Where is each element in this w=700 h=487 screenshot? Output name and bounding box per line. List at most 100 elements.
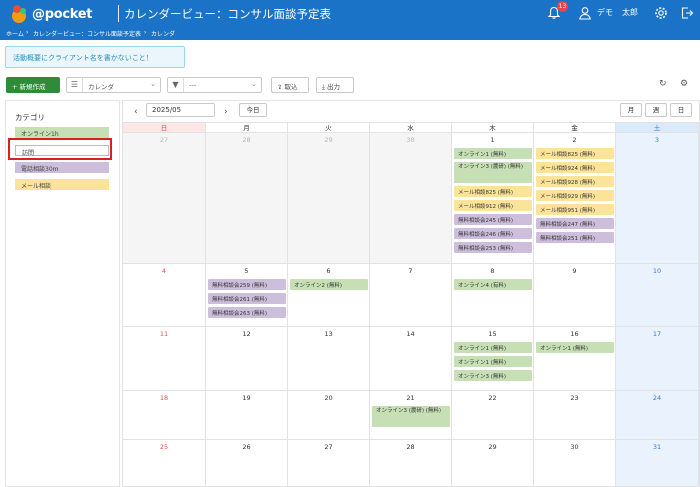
day-number: 27 xyxy=(159,136,169,144)
calendar-day-cell[interactable]: 30 xyxy=(534,440,616,487)
calendar-event[interactable]: メール相談825 (無料) xyxy=(536,148,614,159)
calendar-day-cell[interactable]: 25 xyxy=(123,440,206,487)
app-logo[interactable]: @pocket xyxy=(8,3,93,25)
calendar-event[interactable]: オンライン3 (無料) xyxy=(454,370,532,381)
calendar-event[interactable]: オンライン3 (農研) (無料) xyxy=(454,162,532,183)
day-number: 29 xyxy=(488,443,497,451)
calendar-event[interactable]: 無料相談会261 (無料) xyxy=(208,293,286,304)
calendar-day-cell[interactable]: 27 xyxy=(123,133,206,264)
category-phone[interactable]: 電話相談30m xyxy=(15,162,109,173)
calendar-event[interactable]: メール相談924 (無料) xyxy=(536,162,614,173)
day-number: 6 xyxy=(326,267,331,275)
user-icon[interactable] xyxy=(578,6,592,20)
calendar-day-cell[interactable]: 8 xyxy=(452,264,534,327)
month-view-button[interactable]: 月 xyxy=(620,103,642,117)
calendar-day-cell[interactable]: 27 xyxy=(288,440,370,487)
import-button[interactable]: ⇪ 取込 xyxy=(271,77,309,93)
calendar-event[interactable]: 無料相談会259 (無料) xyxy=(208,279,286,290)
calendar-event[interactable]: オンライン3 (農研) (無料) xyxy=(372,406,450,427)
calendar-day-cell[interactable]: 13 xyxy=(288,327,370,391)
calendar-day-cell[interactable]: 12 xyxy=(206,327,288,391)
calendar-day-cell[interactable]: 26 xyxy=(206,440,288,487)
calendar-event[interactable]: メール相談912 (無料) xyxy=(454,200,532,211)
calendar-day-cell[interactable]: 31 xyxy=(616,440,699,487)
calendar-event[interactable]: メール相談929 (無料) xyxy=(536,190,614,201)
day-number: 29 xyxy=(324,136,333,144)
calendar-day-cell[interactable]: 6 xyxy=(288,264,370,327)
day-number: 14 xyxy=(406,330,415,338)
day-number: 22 xyxy=(488,394,497,402)
category-online[interactable]: オンライン1h xyxy=(15,127,109,138)
calendar-day-cell[interactable]: 7 xyxy=(370,264,452,327)
calendar-event[interactable]: 無料相談会247 (無料) xyxy=(536,218,614,229)
calendar-event[interactable]: メール相談825 (無料) xyxy=(454,186,532,197)
day-number: 21 xyxy=(406,394,415,402)
today-button[interactable]: 今日 xyxy=(239,103,267,117)
month-input[interactable]: 2025/05 xyxy=(146,103,215,117)
calendar-event[interactable]: オンライン2 (無料) xyxy=(290,279,368,290)
highlight-box xyxy=(8,138,112,160)
day-number: 24 xyxy=(652,394,662,402)
calendar-day-cell[interactable]: 22 xyxy=(452,391,534,440)
category-mail[interactable]: メール相談 xyxy=(15,179,109,190)
calendar-day-cell[interactable]: 3 xyxy=(616,133,699,264)
calendar-day-cell[interactable]: 28 xyxy=(370,440,452,487)
calendar-day-cell[interactable]: 20 xyxy=(288,391,370,440)
calendar-day-cell[interactable]: 4 xyxy=(123,264,206,327)
calendar-event[interactable]: 無料相談会246 (無料) xyxy=(454,228,532,239)
settings-icon[interactable]: ⚙ xyxy=(680,79,688,89)
breadcrumb-home[interactable]: ホーム xyxy=(6,29,24,38)
prev-month-icon[interactable]: ‹ xyxy=(134,107,138,117)
new-button[interactable]: + 新規作成 xyxy=(6,77,60,93)
breadcrumb-separator: › xyxy=(26,29,29,36)
calendar-day-cell[interactable]: 11 xyxy=(123,327,206,391)
weekday-header: 火 xyxy=(288,122,370,133)
calendar-event[interactable]: オンライン1 (無料) xyxy=(454,342,532,353)
calendar-day-cell[interactable]: 14 xyxy=(370,327,452,391)
day-number: 1 xyxy=(490,136,495,144)
calendar-event[interactable]: メール相談928 (無料) xyxy=(536,176,614,187)
calendar-day-cell[interactable]: 10 xyxy=(616,264,699,327)
user-first-name: 太郎 xyxy=(622,8,638,17)
calendar-day-cell[interactable]: 24 xyxy=(616,391,699,440)
weekday-header: 土 xyxy=(616,122,699,133)
refresh-icon[interactable]: ↻ xyxy=(659,79,667,89)
weekday-header: 月 xyxy=(206,122,288,133)
day-number: 30 xyxy=(570,443,579,451)
export-button[interactable]: ⤓ 出力 xyxy=(316,77,354,93)
day-number: 23 xyxy=(570,394,579,402)
day-number: 28 xyxy=(406,443,415,451)
calendar-event[interactable]: オンライン1 (無料) xyxy=(536,342,614,353)
weekday-header: 金 xyxy=(534,122,616,133)
day-view-button[interactable]: 日 xyxy=(670,103,692,117)
calendar-day-cell[interactable]: 28 xyxy=(206,133,288,264)
filter-select[interactable]: ▼ --- ⌄ xyxy=(167,77,262,93)
view-select[interactable]: ☰ カレンダ ⌄ xyxy=(66,77,161,93)
calendar-day-cell[interactable]: 16 xyxy=(534,327,616,391)
weekday-header: 木 xyxy=(452,122,534,133)
calendar-event[interactable]: オンライン1 (無料) xyxy=(454,356,532,367)
day-number: 10 xyxy=(652,267,662,275)
calendar-day-cell[interactable]: 9 xyxy=(534,264,616,327)
calendar-day-cell[interactable]: 29 xyxy=(288,133,370,264)
gear-icon[interactable] xyxy=(654,6,668,20)
day-number: 9 xyxy=(572,267,577,275)
calendar-day-cell[interactable]: 18 xyxy=(123,391,206,440)
calendar-day-cell[interactable]: 19 xyxy=(206,391,288,440)
day-number: 16 xyxy=(570,330,579,338)
calendar-event[interactable]: 無料相談会245 (無料) xyxy=(454,214,532,225)
calendar-event[interactable]: メール相談951 (無料) xyxy=(536,204,614,215)
calendar-event[interactable]: オンライン1 (無料) xyxy=(454,148,532,159)
calendar-event[interactable]: 無料相談会263 (無料) xyxy=(208,307,286,318)
calendar-day-cell[interactable]: 30 xyxy=(370,133,452,264)
week-view-button[interactable]: 週 xyxy=(645,103,667,117)
calendar-event[interactable]: 無料相談会251 (無料) xyxy=(536,232,614,243)
calendar-event[interactable]: 無料相談会253 (無料) xyxy=(454,242,532,253)
calendar-event[interactable]: オンライン4 (有料) xyxy=(454,279,532,290)
calendar-day-cell[interactable]: 17 xyxy=(616,327,699,391)
next-month-icon[interactable]: › xyxy=(224,107,228,117)
breadcrumb-calendar-view[interactable]: カレンダービュー：コンサル面談予定表 xyxy=(33,29,141,38)
calendar-day-cell[interactable]: 29 xyxy=(452,440,534,487)
calendar-day-cell[interactable]: 23 xyxy=(534,391,616,440)
logout-icon[interactable] xyxy=(680,6,694,20)
